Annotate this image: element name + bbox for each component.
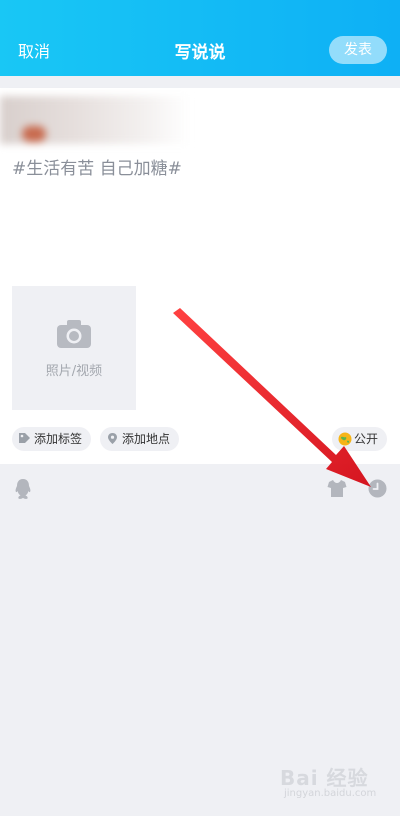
avatar [0,96,190,144]
watermark-brand: Bai 经验 [280,766,369,790]
add-location-button[interactable]: 添加地点 [100,427,180,451]
visibility-button[interactable]: 公开 [331,427,387,451]
media-label: 照片/视频 [45,364,103,379]
camera-icon [57,320,91,348]
shirt-icon[interactable] [327,479,347,498]
add-location-label: 添加地点 [122,432,171,446]
clock-icon[interactable] [368,479,387,498]
globe-icon [338,432,352,446]
location-icon [108,433,117,444]
divider [0,76,400,88]
qq-icon[interactable] [13,478,33,500]
visibility-label: 公开 [353,432,378,446]
publish-button[interactable]: 发表 [329,36,387,64]
post-editor: #生活有苦 自己加糖# 照片/视频 添加标签 添加地点 公开 [0,88,400,464]
add-tag-label: 添加标签 [34,432,83,446]
watermark: Bai 经验 jingyan.baidu.com [280,762,392,804]
top-bar: 取消 写说说 发表 [0,0,400,76]
post-text-input[interactable]: #生活有苦 自己加糖# [12,154,182,179]
add-media-button[interactable]: 照片/视频 [12,286,136,410]
tag-icon [19,433,30,443]
add-tag-button[interactable]: 添加标签 [12,427,92,451]
watermark-url: jingyan.baidu.com [284,788,377,799]
